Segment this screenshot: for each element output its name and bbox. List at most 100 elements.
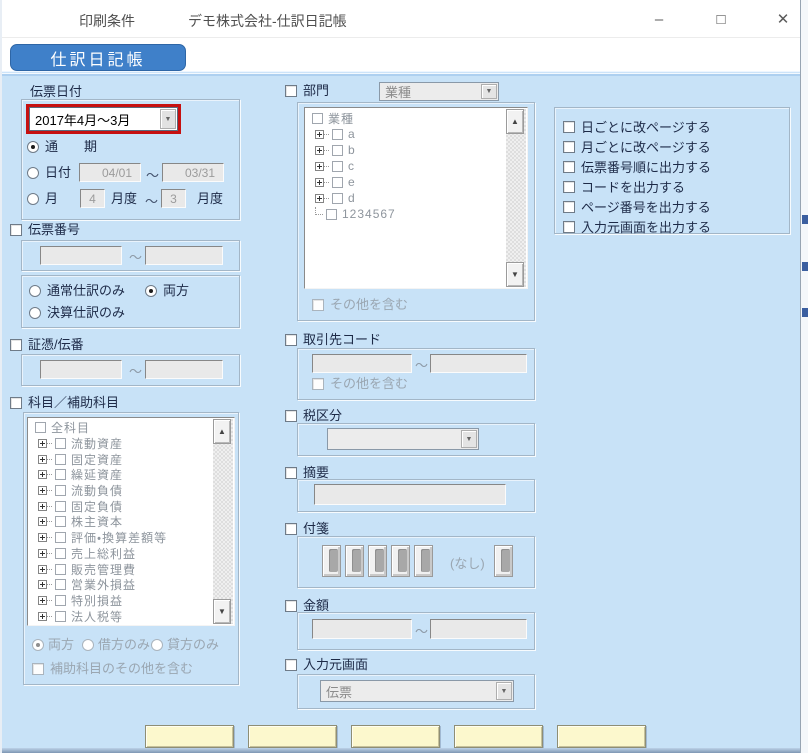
month-radio[interactable] bbox=[27, 193, 39, 205]
tree-item-checkbox[interactable] bbox=[312, 113, 323, 124]
tree-item-checkbox[interactable] bbox=[55, 579, 66, 590]
tree-item[interactable]: 売上総利益 bbox=[30, 546, 212, 562]
fusen-checkbox[interactable] bbox=[285, 523, 297, 535]
tree-item-checkbox[interactable] bbox=[55, 548, 66, 559]
tree-item-checkbox[interactable] bbox=[55, 564, 66, 575]
slip-number-to-field[interactable] bbox=[145, 246, 223, 265]
maximize-button[interactable]: □ bbox=[704, 7, 738, 31]
tree-item[interactable]: 固定負債 bbox=[30, 498, 212, 514]
tree-item[interactable]: d bbox=[307, 190, 505, 206]
tree-item-checkbox[interactable] bbox=[55, 501, 66, 512]
fusen-tag-4-button[interactable] bbox=[391, 545, 410, 577]
amount-checkbox[interactable] bbox=[285, 600, 297, 612]
expand-plus-icon[interactable] bbox=[315, 146, 324, 155]
side-both-radio[interactable] bbox=[32, 639, 44, 651]
action-button[interactable] bbox=[248, 725, 337, 748]
fusen-tag-1-button[interactable] bbox=[322, 545, 341, 577]
date-radio[interactable] bbox=[27, 167, 39, 179]
output-option-checkbox[interactable] bbox=[563, 161, 575, 173]
tree-item-checkbox[interactable] bbox=[332, 161, 343, 172]
expand-plus-icon[interactable] bbox=[38, 565, 47, 574]
slip-number-checkbox[interactable] bbox=[10, 224, 22, 236]
include-sub-other-checkbox[interactable] bbox=[32, 663, 44, 675]
tree-item[interactable]: 株主資本 bbox=[30, 514, 212, 530]
amount-to-field[interactable] bbox=[430, 619, 527, 639]
voucher-from-field[interactable] bbox=[40, 360, 122, 379]
tree-item-checkbox[interactable] bbox=[326, 209, 337, 220]
tree-item[interactable]: 流動負債 bbox=[30, 483, 212, 499]
slip-number-from-field[interactable] bbox=[40, 246, 122, 265]
expand-plus-icon[interactable] bbox=[38, 502, 47, 511]
scroll-up-icon[interactable]: ▲ bbox=[506, 109, 524, 134]
fusen-tag-5-button[interactable] bbox=[414, 545, 433, 577]
expand-plus-icon[interactable] bbox=[38, 533, 47, 542]
output-option-checkbox[interactable] bbox=[563, 141, 575, 153]
minimize-button[interactable]: – bbox=[642, 7, 676, 31]
partner-include-other-checkbox[interactable] bbox=[312, 378, 324, 390]
input-screen-checkbox[interactable] bbox=[285, 659, 297, 671]
amount-from-field[interactable] bbox=[312, 619, 412, 639]
chevron-down-icon[interactable]: ▼ bbox=[160, 109, 176, 129]
tree-item[interactable]: b bbox=[307, 142, 505, 158]
expand-plus-icon[interactable] bbox=[38, 517, 47, 526]
tree-item-checkbox[interactable] bbox=[55, 611, 66, 622]
expand-plus-icon[interactable] bbox=[38, 455, 47, 464]
tree-item-checkbox[interactable] bbox=[55, 454, 66, 465]
tree-item-checkbox[interactable] bbox=[332, 145, 343, 156]
department-scrollbar[interactable]: ▲ ▼ bbox=[506, 109, 526, 287]
period-combobox[interactable]: 2017年4月～3月 ▼ bbox=[29, 107, 178, 131]
tree-item-checkbox[interactable] bbox=[332, 129, 343, 140]
action-button[interactable] bbox=[557, 725, 646, 748]
normal-journal-radio[interactable] bbox=[29, 285, 41, 297]
expand-plus-icon[interactable] bbox=[38, 486, 47, 495]
date-to-field[interactable]: 03/31 bbox=[162, 163, 224, 182]
tree-item-checkbox[interactable] bbox=[55, 485, 66, 496]
tree-item-checkbox[interactable] bbox=[35, 422, 46, 433]
expand-plus-icon[interactable] bbox=[315, 162, 324, 171]
tree-item[interactable]: 業種 bbox=[307, 110, 505, 126]
tree-item-checkbox[interactable] bbox=[55, 516, 66, 527]
tree-item[interactable]: 営業外損益 bbox=[30, 577, 212, 593]
tree-item[interactable]: 販売管理費 bbox=[30, 561, 212, 577]
action-button[interactable] bbox=[454, 725, 543, 748]
tax-class-checkbox[interactable] bbox=[285, 410, 297, 422]
partner-from-field[interactable] bbox=[312, 354, 412, 373]
period-radio[interactable] bbox=[27, 141, 39, 153]
tree-item-checkbox[interactable] bbox=[55, 532, 66, 543]
tree-item[interactable]: 全科目 bbox=[30, 420, 212, 436]
tree-item[interactable]: a bbox=[307, 126, 505, 142]
output-option-checkbox[interactable] bbox=[563, 181, 575, 193]
tax-class-combobox[interactable]: ▼ bbox=[327, 428, 479, 450]
output-option-checkbox[interactable] bbox=[563, 221, 575, 233]
side-credit-radio[interactable] bbox=[151, 639, 163, 651]
summary-checkbox[interactable] bbox=[285, 467, 297, 479]
close-button[interactable]: ✕ bbox=[766, 7, 800, 31]
accounts-checkbox[interactable] bbox=[10, 397, 22, 409]
expand-plus-icon[interactable] bbox=[315, 194, 324, 203]
tree-item-checkbox[interactable] bbox=[332, 177, 343, 188]
output-option-checkbox[interactable] bbox=[563, 201, 575, 213]
input-screen-combobox[interactable]: 伝票 ▼ bbox=[320, 680, 514, 702]
expand-plus-icon[interactable] bbox=[38, 596, 47, 605]
partner-to-field[interactable] bbox=[430, 354, 527, 373]
department-type-combobox[interactable]: 業種 ▼ bbox=[379, 82, 499, 101]
tree-item-checkbox[interactable] bbox=[55, 595, 66, 606]
tree-item[interactable]: 固定資産 bbox=[30, 451, 212, 467]
both-journal-radio[interactable] bbox=[145, 285, 157, 297]
tree-item-checkbox[interactable] bbox=[55, 469, 66, 480]
accounts-scrollbar[interactable]: ▲ ▼ bbox=[213, 419, 233, 624]
scroll-down-icon[interactable]: ▼ bbox=[213, 599, 231, 624]
month-from-field[interactable]: 4 bbox=[80, 189, 105, 208]
expand-plus-icon[interactable] bbox=[38, 439, 47, 448]
tree-item[interactable]: 評価・換算差額等 bbox=[30, 530, 212, 546]
output-option-checkbox[interactable] bbox=[563, 121, 575, 133]
department-include-other-checkbox[interactable] bbox=[312, 299, 324, 311]
summary-field[interactable] bbox=[314, 484, 506, 505]
expand-plus-icon[interactable] bbox=[315, 207, 323, 215]
fusen-tag-3-button[interactable] bbox=[368, 545, 387, 577]
tree-item-checkbox[interactable] bbox=[332, 193, 343, 204]
expand-plus-icon[interactable] bbox=[38, 612, 47, 621]
chevron-down-icon[interactable]: ▼ bbox=[461, 430, 477, 448]
closing-journal-radio[interactable] bbox=[29, 307, 41, 319]
expand-plus-icon[interactable] bbox=[38, 580, 47, 589]
